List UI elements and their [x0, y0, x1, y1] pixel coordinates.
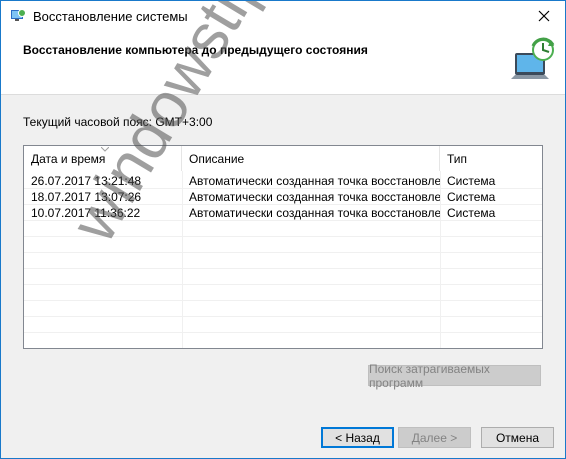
table-row[interactable]: 18.07.2017 13:07:26 Автоматически создан…	[24, 189, 542, 205]
scan-affected-programs-button[interactable]: Поиск затрагиваемых программ	[368, 362, 541, 390]
empty-row	[24, 301, 542, 317]
empty-row	[24, 237, 542, 253]
cell-description: Автоматически созданная точка восстановл…	[189, 190, 440, 204]
window-title: Восстановление системы	[33, 9, 188, 24]
page-title: Восстановление компьютера до предыдущего…	[23, 43, 368, 57]
cancel-button[interactable]: Отмена	[481, 427, 554, 448]
cell-type: Система	[447, 190, 496, 204]
table-row[interactable]: 10.07.2017 11:36:22 Автоматически создан…	[24, 205, 542, 221]
column-header-type[interactable]: Тип	[440, 146, 542, 171]
sort-descending-icon	[101, 147, 109, 152]
system-restore-window: Восстановление системы Восстановление ко…	[0, 0, 566, 459]
restore-points-list[interactable]: Дата и время Описание Тип 26.07.2017 13:…	[23, 145, 543, 349]
timezone-label: Текущий часовой пояс: GMT+3:00	[23, 115, 213, 129]
list-header: Дата и время Описание Тип	[24, 146, 542, 171]
empty-row	[24, 221, 542, 237]
cell-date: 26.07.2017 13:21:48	[31, 174, 142, 188]
close-button[interactable]	[529, 3, 559, 29]
empty-row	[24, 253, 542, 269]
cell-date: 10.07.2017 11:36:22	[31, 206, 141, 220]
cell-description: Автоматически созданная точка восстановл…	[189, 174, 440, 188]
cell-type: Система	[447, 206, 496, 220]
cell-description: Автоматически созданная точка восстановл…	[189, 206, 440, 220]
title-bar[interactable]: Восстановление системы	[1, 1, 565, 32]
empty-row	[24, 317, 542, 333]
empty-row	[24, 285, 542, 301]
next-button[interactable]: Далее >	[398, 427, 471, 448]
column-header-description[interactable]: Описание	[182, 146, 440, 171]
wizard-header: Восстановление компьютера до предыдущего…	[1, 32, 565, 95]
cell-date: 18.07.2017 13:07:26	[31, 190, 142, 204]
system-restore-app-icon	[11, 9, 26, 21]
computer-restore-icon	[511, 37, 555, 79]
cell-type: Система	[447, 174, 496, 188]
table-row[interactable]: 26.07.2017 13:21:48 Автоматически создан…	[24, 173, 542, 189]
close-icon	[538, 10, 550, 22]
back-button[interactable]: < Назад	[321, 427, 394, 448]
empty-row	[24, 269, 542, 285]
